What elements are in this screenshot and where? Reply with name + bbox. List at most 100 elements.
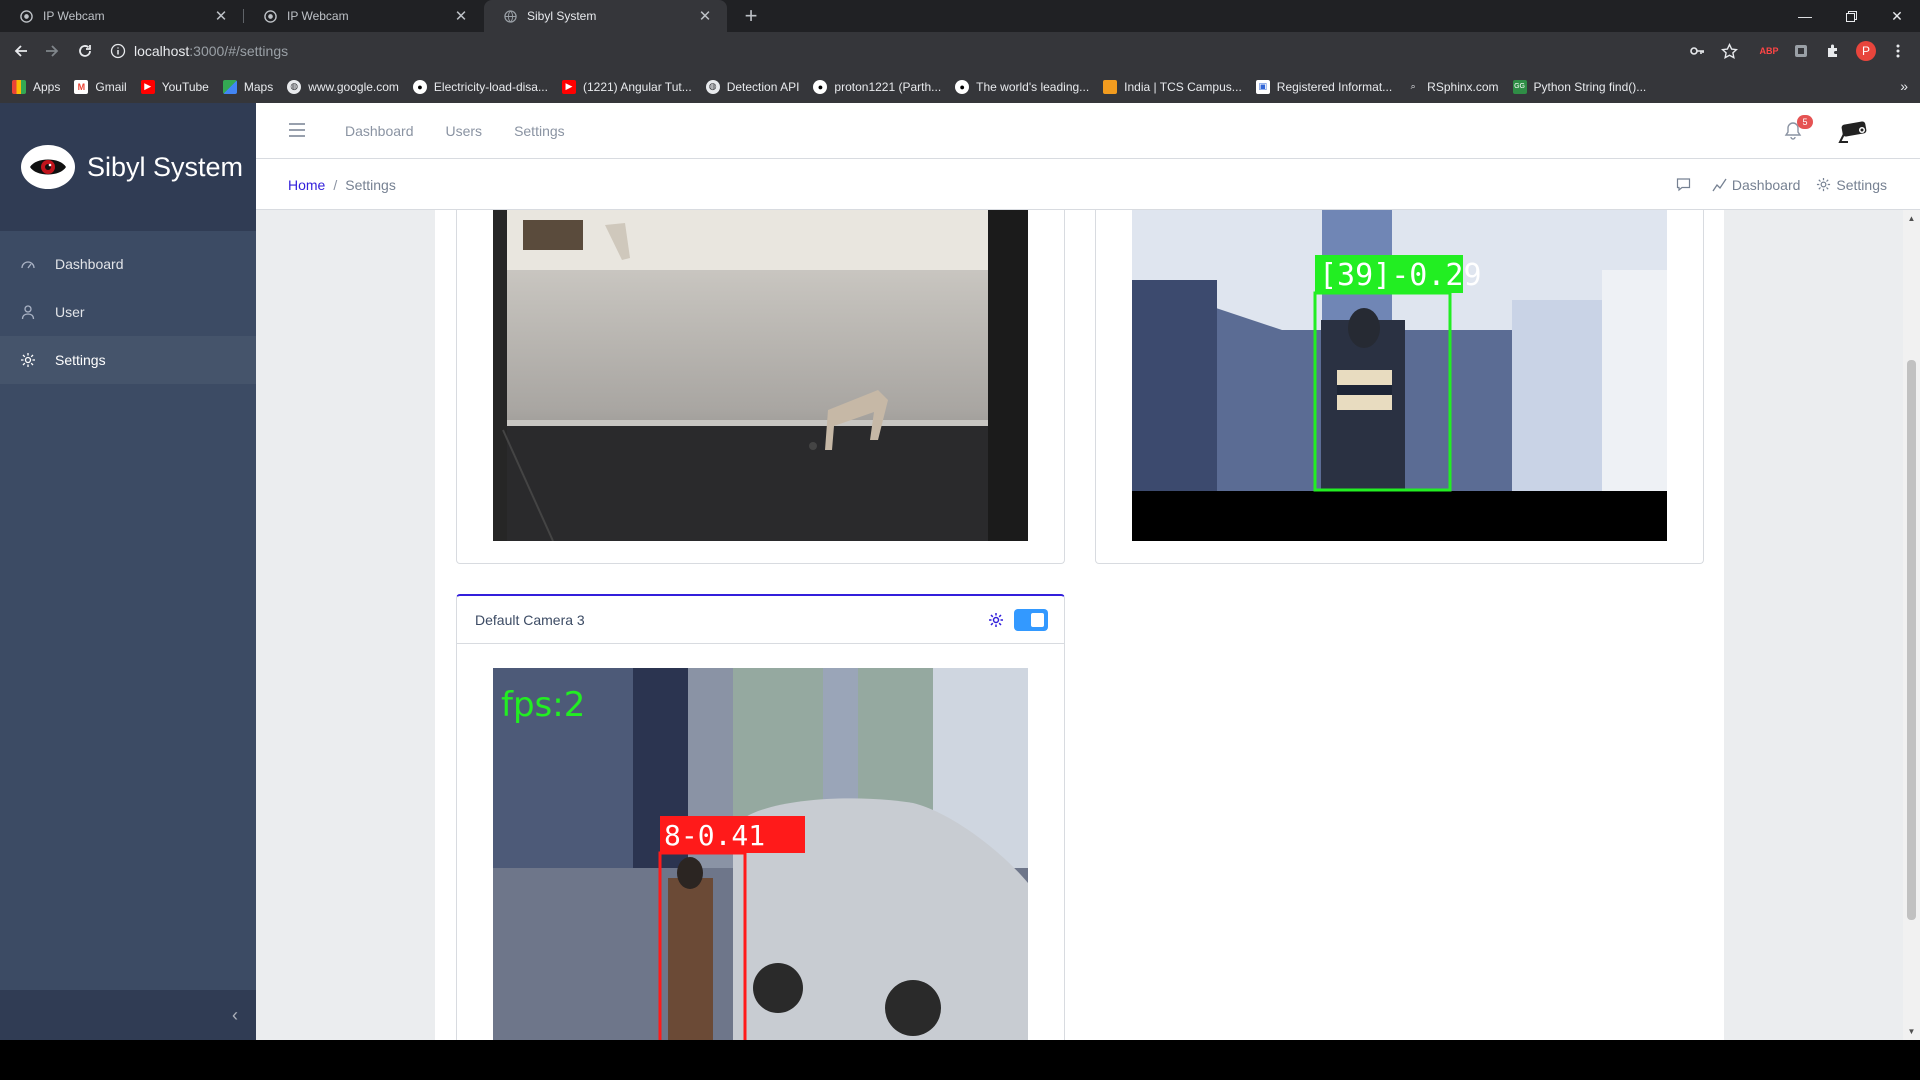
bookmark-rsphinx[interactable]: ⌕ RSphinx.com <box>1406 80 1499 94</box>
new-tab-button[interactable]: + <box>738 3 764 29</box>
gear-icon[interactable] <box>988 612 1004 628</box>
browser-tabstrip: IP Webcam ✕ IP Webcam ✕ Sibyl System ✕ +… <box>0 0 1920 32</box>
github-icon: ● <box>813 79 828 94</box>
camera-1-image <box>493 210 1028 541</box>
bookmark-proton[interactable]: ● proton1221 (Parth... <box>813 79 941 94</box>
detection-label-3: 8-0.41 <box>664 819 765 852</box>
bookmark-registered[interactable]: ▣ Registered Informat... <box>1255 79 1392 94</box>
browser-tab[interactable]: IP Webcam ✕ <box>0 0 243 32</box>
restore-button[interactable] <box>1828 0 1874 32</box>
breadcrumb-home[interactable]: Home <box>288 177 325 193</box>
close-tab-icon[interactable]: ✕ <box>213 7 229 25</box>
sidebar-nav: Dashboard User Settings <box>0 240 256 384</box>
minimize-button[interactable]: — <box>1782 0 1828 32</box>
close-window-button[interactable]: ✕ <box>1874 0 1920 32</box>
bookmark-apps[interactable]: Apps <box>12 79 60 94</box>
camera-card-1 <box>456 210 1065 564</box>
breadcrumb-separator: / <box>333 176 338 193</box>
bookmark-youtube[interactable]: ▶ YouTube <box>140 79 209 94</box>
settings-icon <box>20 352 36 368</box>
page-icon: ▣ <box>1255 79 1270 94</box>
key-icon[interactable] <box>1687 41 1707 61</box>
close-tab-icon[interactable]: ✕ <box>453 7 469 25</box>
bookmark-maps[interactable]: Maps <box>222 79 273 94</box>
sidebar-item-user[interactable]: User <box>0 288 256 336</box>
url-host: localhost <box>134 43 190 59</box>
hamburger-icon[interactable] <box>288 121 306 139</box>
subheader-dashboard-link[interactable]: Dashboard <box>1712 177 1800 193</box>
profile-avatar[interactable]: P <box>1856 41 1876 61</box>
webcam-icon <box>20 9 33 23</box>
header-link-dashboard[interactable]: Dashboard <box>345 123 414 139</box>
camera-feed-1[interactable] <box>493 210 1028 541</box>
sidebar-item-dashboard[interactable]: Dashboard <box>0 240 256 288</box>
cctv-avatar-icon[interactable] <box>1836 116 1872 146</box>
scroll-up-icon[interactable]: ▲ <box>1903 210 1920 227</box>
extension-icon[interactable] <box>1791 41 1811 61</box>
subheader-settings-link[interactable]: Settings <box>1816 177 1887 193</box>
settings-icon <box>1817 177 1831 192</box>
arrow-left-icon <box>14 45 27 57</box>
detection-label-2: [39]-0.29 <box>1319 258 1482 293</box>
search-icon: ⌕ <box>1410 81 1416 91</box>
camera-feed-3[interactable]: 8-0.41 fps:2 <box>493 668 1028 1040</box>
apps-grid-icon <box>12 79 26 94</box>
forward-button[interactable] <box>40 39 64 63</box>
back-button[interactable] <box>9 39 33 63</box>
gmail-icon: M <box>74 79 89 94</box>
youtube-icon: ▶ <box>561 79 576 94</box>
breadcrumb: Home / Settings <box>288 159 396 210</box>
header-link-users[interactable]: Users <box>446 123 483 139</box>
sidebar-item-settings[interactable]: Settings <box>0 336 256 384</box>
sidebar-minimize-button[interactable]: ‹ <box>0 990 256 1040</box>
star-icon[interactable] <box>1719 41 1739 61</box>
tab-title: IP Webcam <box>43 9 105 23</box>
graph-icon <box>1712 178 1727 192</box>
globe-icon: ◍ <box>705 79 720 94</box>
app-root: Sibyl System Dashboard User Settings ‹ D… <box>0 103 1920 1040</box>
fps-label: fps:2 <box>501 685 585 725</box>
adblock-extension-icon[interactable]: ABP <box>1759 41 1779 61</box>
site-info-icon[interactable] <box>110 43 126 59</box>
brand-name: Sibyl System <box>87 151 244 182</box>
browser-tab[interactable]: IP Webcam ✕ <box>244 0 483 32</box>
sidebar: Sibyl System Dashboard User Settings ‹ <box>0 103 256 1040</box>
bookmark-gmail[interactable]: M Gmail <box>74 79 127 94</box>
sidebar-brand[interactable]: Sibyl System <box>0 103 256 231</box>
restore-icon <box>1845 10 1857 22</box>
scroll-down-icon[interactable]: ▼ <box>1903 1023 1920 1040</box>
page-scrollbar[interactable]: ▲ ▼ <box>1903 210 1920 1040</box>
kebab-menu-icon[interactable] <box>1888 41 1908 61</box>
close-tab-icon[interactable]: ✕ <box>697 7 713 25</box>
bookmark-google[interactable]: ◍ www.google.com <box>287 79 399 94</box>
youtube-icon: ▶ <box>140 79 155 94</box>
bookmark-worlds-leading[interactable]: ● The world's leading... <box>955 79 1089 94</box>
webcam-icon <box>264 9 277 23</box>
app-header: Dashboard Users Settings 5 <box>256 103 1920 159</box>
camera-enable-toggle[interactable] <box>1014 608 1048 631</box>
bookmark-electricity[interactable]: ● Electricity-load-disa... <box>412 79 548 94</box>
gfg-icon: GG <box>1512 79 1527 94</box>
reload-button[interactable] <box>73 39 97 63</box>
bookmark-angular[interactable]: ▶ (1221) Angular Tut... <box>561 79 692 94</box>
bookmark-detection-api[interactable]: ◍ Detection API <box>705 79 799 94</box>
camera-title: Default Camera 3 <box>475 611 585 628</box>
puzzle-extensions-icon[interactable] <box>1823 41 1843 61</box>
camera-card-3: Default Camera 3 8-0.41 fps:2 <box>456 594 1065 1040</box>
sidebar-item-label: Settings <box>55 352 106 368</box>
speech-bubble-icon <box>1676 178 1691 192</box>
camera-grid-container: [39]-0.29 Default Camera 3 8-0.41 fps:2 <box>435 210 1724 1040</box>
eye-logo-icon <box>21 145 75 189</box>
bookmark-python-find[interactable]: GG Python String find()... <box>1512 79 1646 94</box>
globe-icon: ◍ <box>287 79 302 94</box>
speech-bubble-button[interactable] <box>1676 177 1696 192</box>
breadcrumb-current: Settings <box>345 176 396 193</box>
bookmark-tcs[interactable]: India | TCS Campus... <box>1103 79 1242 94</box>
speedometer-icon <box>20 256 36 272</box>
address-bar[interactable]: localhost:3000/#/settings <box>110 36 1690 66</box>
camera-feed-2[interactable]: [39]-0.29 <box>1132 210 1667 541</box>
browser-tab-active[interactable]: Sibyl System ✕ <box>484 0 727 32</box>
scrollbar-thumb[interactable] <box>1907 360 1916 920</box>
bookmarks-overflow-icon[interactable]: » <box>1900 78 1908 94</box>
header-link-settings[interactable]: Settings <box>514 123 565 139</box>
